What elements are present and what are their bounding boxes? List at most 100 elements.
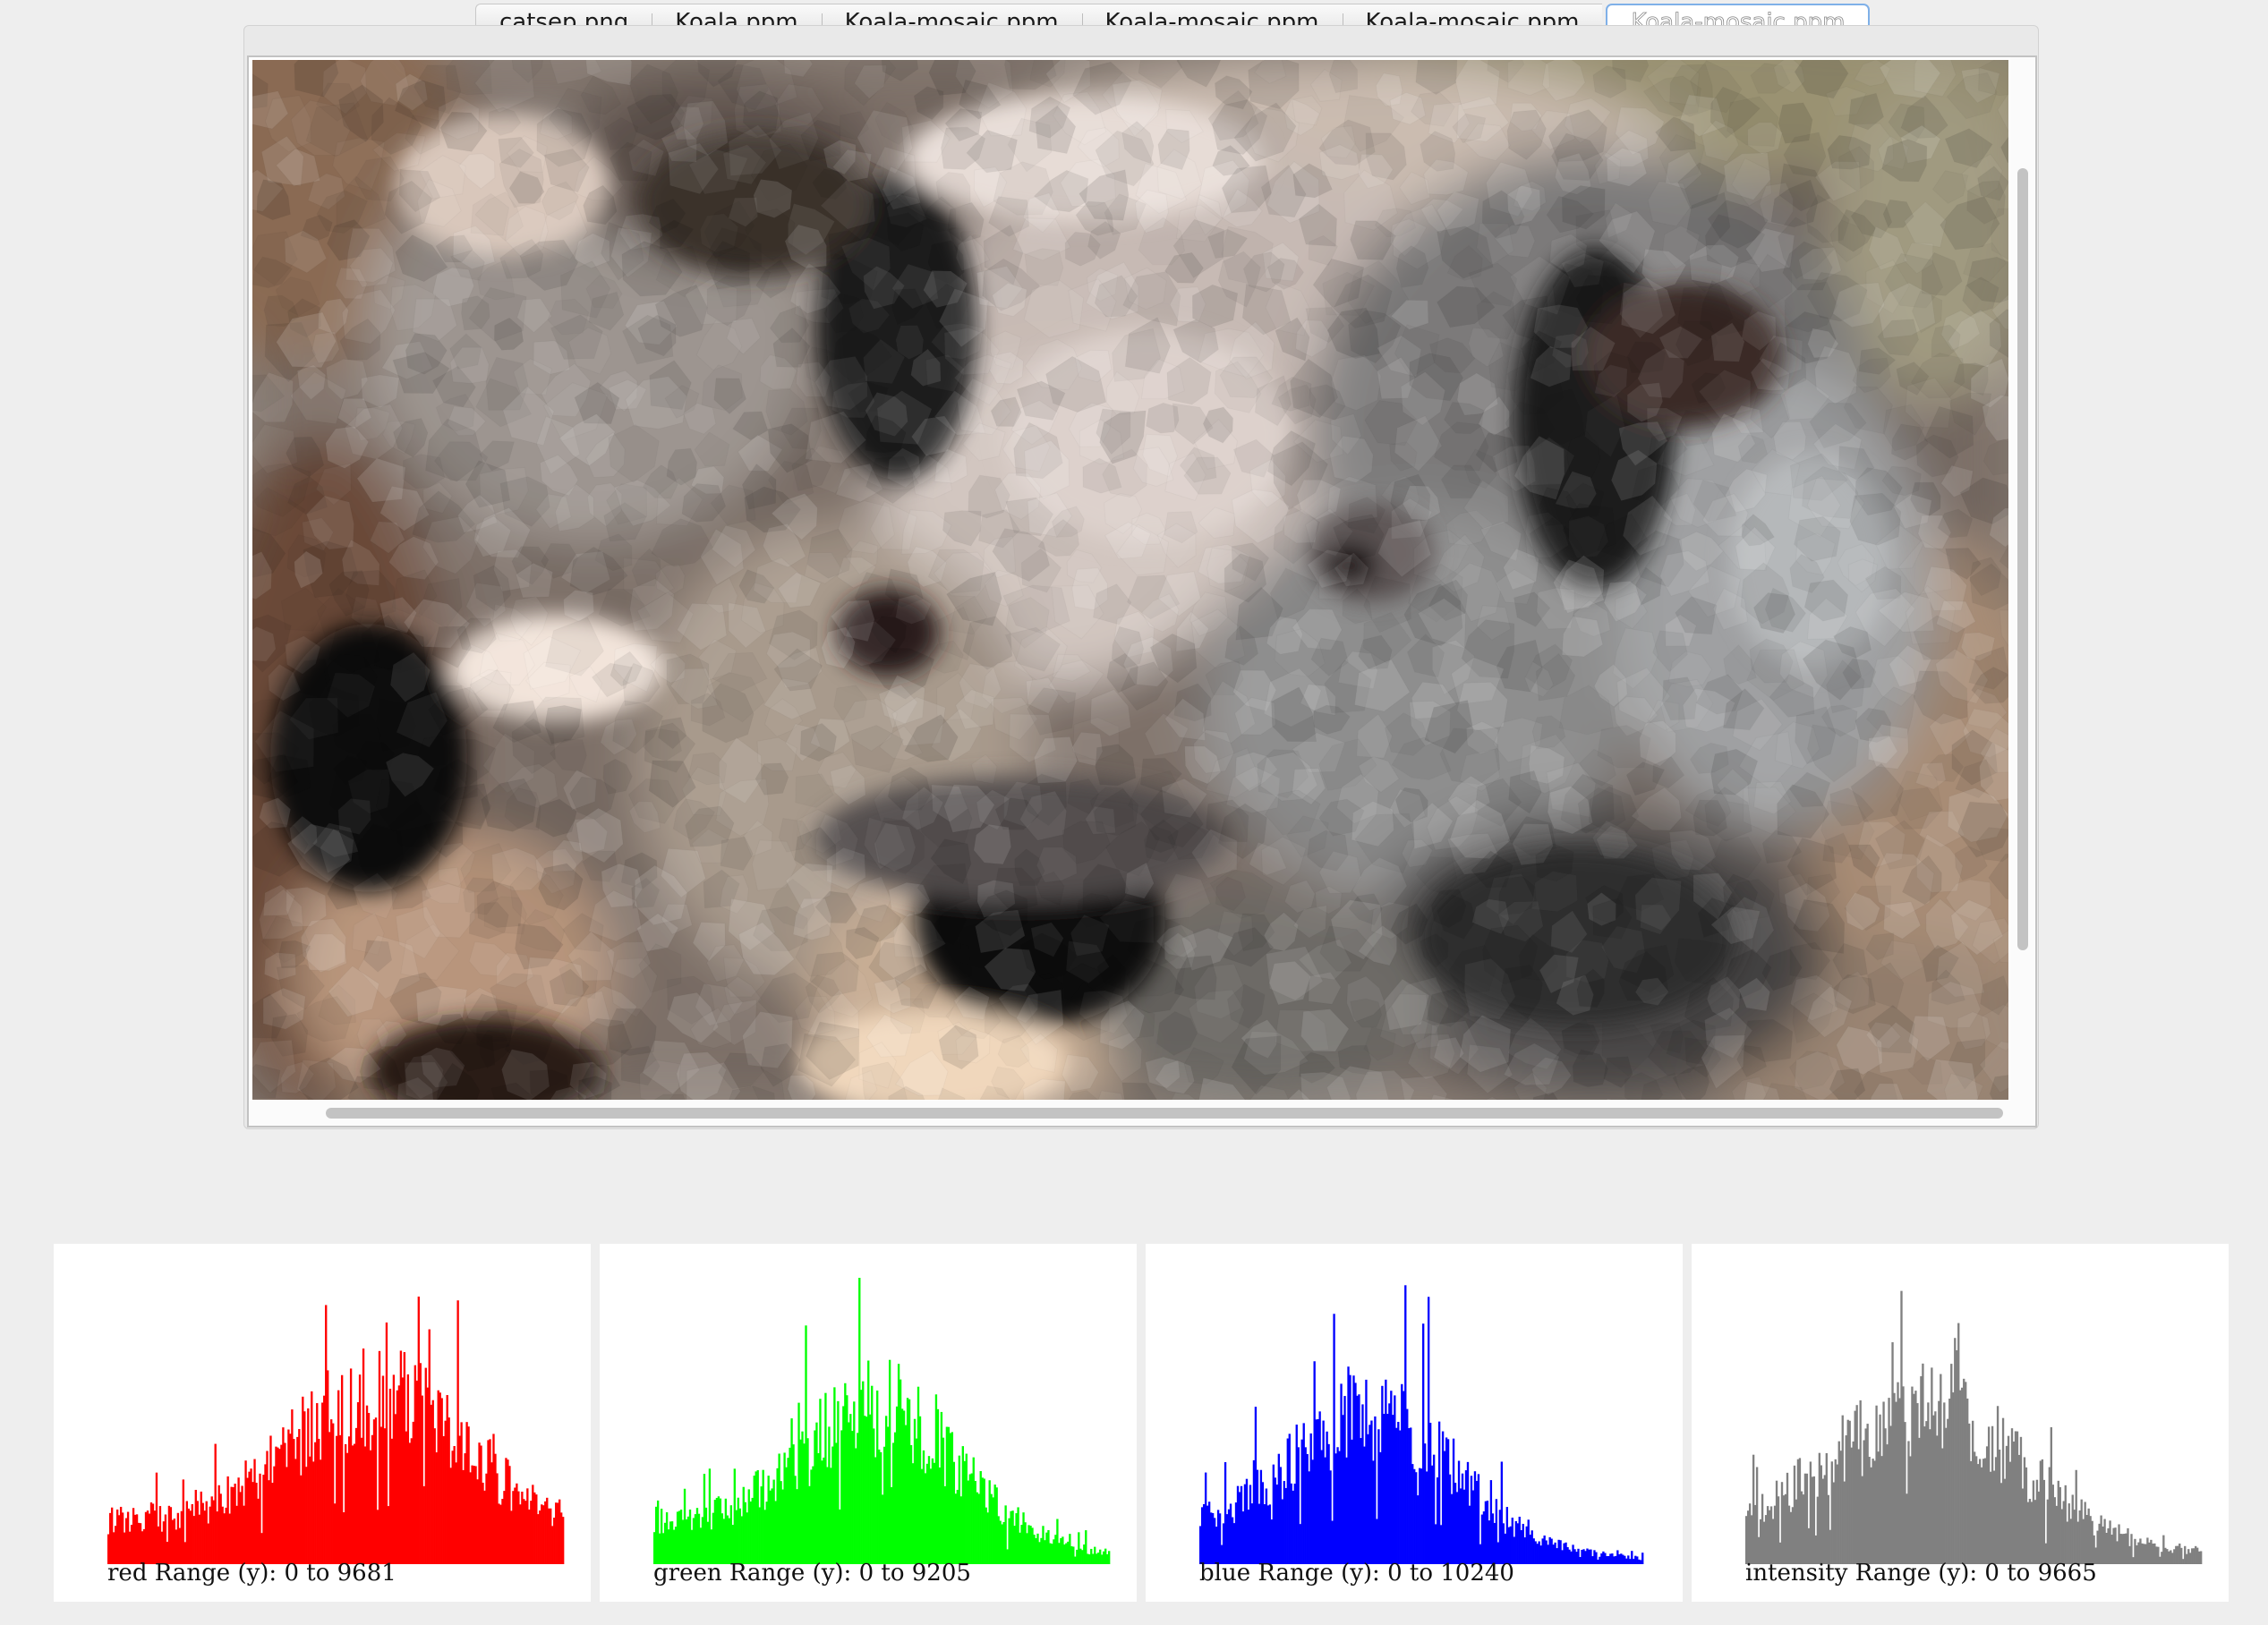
intensity-bin [1771,1519,1775,1564]
vertical-scrollbar[interactable] [2010,57,2035,1126]
intensity-bin [2085,1515,2088,1564]
green-bin [737,1497,739,1564]
red-bin [314,1442,317,1564]
blue-bin [1410,1427,1412,1564]
red-bin [517,1491,520,1564]
blue-bin [1615,1555,1617,1564]
green-bin [767,1476,770,1564]
blue-bin [1252,1459,1256,1564]
intensity-bin [2064,1485,2067,1564]
blue-bin [1352,1375,1355,1564]
green-bin [735,1510,738,1564]
red-bin [383,1428,387,1564]
intensity-bin [1761,1493,1764,1564]
green-bin [756,1470,759,1564]
vertical-scrollbar-thumb[interactable] [2017,168,2028,950]
intensity-bin [2109,1520,2111,1564]
green-bin [1015,1513,1018,1564]
green-bin [762,1469,764,1564]
green-bin [715,1497,719,1564]
red-bin [390,1438,394,1564]
intensity-bin [1974,1456,1978,1564]
blue-bin [1461,1473,1464,1564]
red-bin [115,1509,119,1564]
blue-bin [1392,1415,1394,1564]
intensity-bin [1777,1496,1780,1564]
intensity-bin [2198,1551,2201,1564]
red-bin [439,1392,441,1564]
red-bin [542,1505,545,1564]
blue-bin [1525,1526,1528,1564]
red-bin [153,1510,157,1564]
blue-bin [1266,1505,1270,1564]
red-bin [376,1510,379,1564]
blue-bin [1313,1361,1316,1564]
horizontal-scrollbar[interactable] [249,1101,2035,1126]
intensity-bin [2196,1547,2199,1564]
green-bin [819,1399,822,1564]
red-bin [192,1516,195,1564]
red-bin [278,1449,281,1564]
green-bin [938,1467,942,1564]
green-bin [915,1438,918,1564]
red-bin [146,1510,149,1564]
green-bin [1056,1519,1059,1564]
intensity-bin [2066,1521,2068,1564]
green-bin [1013,1526,1016,1564]
red-bin [212,1500,215,1564]
blue-bin [1556,1548,1558,1564]
red-bin [228,1513,231,1564]
green-bin [886,1426,890,1564]
green-bin [897,1364,900,1564]
green-bin [654,1506,658,1564]
intensity-bin [2182,1559,2185,1564]
image-viewport[interactable] [247,55,2037,1127]
red-bin [148,1513,151,1564]
intensity-bin [1791,1507,1795,1564]
intensity-bin [1879,1414,1881,1564]
blue-bin [1627,1555,1630,1564]
intensity-bin [1922,1363,1924,1564]
green-bin [783,1452,786,1564]
red-bin [519,1504,522,1564]
intensity-bin [2152,1544,2154,1564]
green-bin [934,1394,938,1564]
green-bin [979,1471,982,1564]
intensity-bin [2042,1479,2046,1564]
intensity-bin [1891,1342,1894,1564]
red-bin [121,1512,124,1564]
red-bin [449,1468,452,1564]
intensity-bin [2041,1459,2044,1564]
red-bin [217,1485,220,1564]
green-bin [963,1460,966,1564]
red-bin [282,1427,285,1564]
blue-bin [1488,1520,1491,1564]
green-bin [864,1416,866,1564]
intensity-bin [2107,1527,2110,1564]
green-bin [670,1521,674,1564]
red-bin [149,1502,153,1564]
intensity-bin [1934,1411,1937,1564]
green-bin [844,1383,847,1564]
intensity-bin [1918,1437,1921,1564]
intensity-bin [2177,1545,2179,1564]
green-bin [826,1467,829,1564]
red-bin [178,1527,182,1564]
red-bin [338,1434,342,1564]
intensity-bin [2055,1505,2058,1564]
intensity-bin [2118,1524,2120,1564]
blue-bin [1377,1429,1380,1564]
intensity-bin [2132,1557,2135,1564]
green-bin [835,1442,838,1564]
intensity-bin [1787,1505,1791,1564]
red-bin [530,1501,533,1564]
red-bin [298,1428,301,1564]
blue-bin [1254,1407,1258,1564]
intensity-bin [2008,1461,2012,1564]
green-bin [724,1498,728,1564]
horizontal-scrollbar-thumb[interactable] [326,1108,2003,1119]
green-bin [880,1451,882,1564]
blue-bin [1329,1470,1332,1564]
green-bin [906,1398,909,1564]
red-bin [239,1492,242,1564]
